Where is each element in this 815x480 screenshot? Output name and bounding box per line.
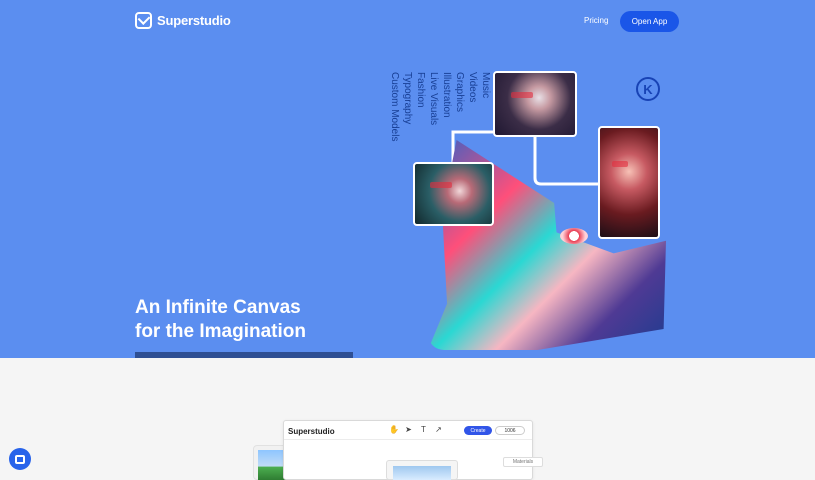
genre-illustration: Illustration <box>441 72 452 118</box>
canvas-image-card-left[interactable] <box>413 162 494 226</box>
genre-videos: Videos <box>467 72 478 103</box>
chat-icon <box>15 454 25 464</box>
k-logo-icon: K <box>636 77 660 101</box>
hero-title: An Infinite Canvas for the Imagination <box>135 296 306 344</box>
chat-launcher-button[interactable] <box>9 448 31 470</box>
preview-brand: Superstudio <box>288 427 335 436</box>
share-icon[interactable]: ↗ <box>434 425 443 434</box>
preview-create-button[interactable]: Create <box>464 426 492 435</box>
genre-fashion: Fashion <box>415 72 426 108</box>
canvas-image-card-top[interactable] <box>493 71 577 137</box>
hero-title-line2: for the Imagination <box>135 321 306 342</box>
pointer-icon[interactable]: ➤ <box>404 425 413 434</box>
hero-title-line1: An Infinite Canvas <box>135 297 301 318</box>
genre-typography: Typography <box>402 72 413 125</box>
genre-graphics: Graphics <box>454 72 465 113</box>
genre-music: Music <box>480 72 491 99</box>
artwork-eye-detail <box>560 228 588 244</box>
preview-image[interactable] <box>393 466 451 480</box>
canvas-image-card-right[interactable] <box>598 126 660 239</box>
materials-button[interactable]: Materials <box>503 457 543 467</box>
canvas-connectors <box>451 130 598 186</box>
preview-divider <box>284 439 532 440</box>
preview-toolbar: ✋ ➤ T ↗ <box>389 425 443 434</box>
text-icon[interactable]: T <box>419 425 428 434</box>
genre-custom-models: Custom Models <box>389 72 400 142</box>
hero-section: Superstudio Pricing Open App Custom Mode… <box>0 0 815 358</box>
genre-live-visuals: Live Visuals <box>428 72 439 126</box>
hero-underline-bar <box>135 352 353 358</box>
preview-credits-badge: 1006 <box>495 426 525 435</box>
hand-icon[interactable]: ✋ <box>389 425 399 434</box>
